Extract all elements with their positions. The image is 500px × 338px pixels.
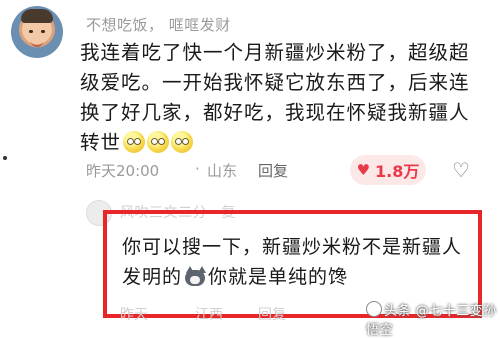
reply-button[interactable]: 回复	[258, 160, 288, 181]
reply-text-part2: 你就是单纯的馋	[208, 266, 349, 288]
watermark-text: 头条 @七十三变孙悟空	[366, 304, 497, 338]
comment-body: 我连着吃了快一个月新疆炒米粉了，超级超级爱吃。一开始我怀疑它放东西了，后来连换了…	[80, 38, 480, 158]
like-button[interactable]: ♥ 1.8万	[350, 155, 426, 185]
commenter-avatar[interactable]	[11, 6, 63, 58]
comment-location: 山东	[207, 162, 238, 180]
meta-separator: ·	[195, 160, 200, 178]
heart-icon: ♥	[356, 161, 371, 179]
grin-emoji-icon	[171, 131, 194, 153]
grin-emoji-icon	[123, 131, 146, 153]
reply-body: 你可以搜一下，新疆炒米粉不是新疆人发明的 你就是单纯的馋	[122, 232, 478, 292]
commenter-username[interactable]: 不想吃饭， 哐哐发财	[86, 14, 231, 35]
watermark: 头条 @七十三变孙悟空	[366, 300, 500, 338]
like-count: 1.8万	[375, 162, 420, 181]
bullet-dot	[3, 156, 7, 160]
cat-emoji-icon	[183, 266, 207, 286]
grin-emoji-icon	[147, 131, 170, 153]
broken-heart-icon[interactable]: ♡	[452, 158, 470, 182]
reply-time: 昨天	[120, 307, 148, 323]
comment-time: 昨天20:00	[86, 162, 160, 180]
reply-location: 江西	[195, 307, 223, 323]
emoji-group	[123, 131, 194, 153]
toutiao-logo-icon	[366, 301, 382, 317]
reply-reply-button[interactable]: 回复	[258, 304, 286, 324]
